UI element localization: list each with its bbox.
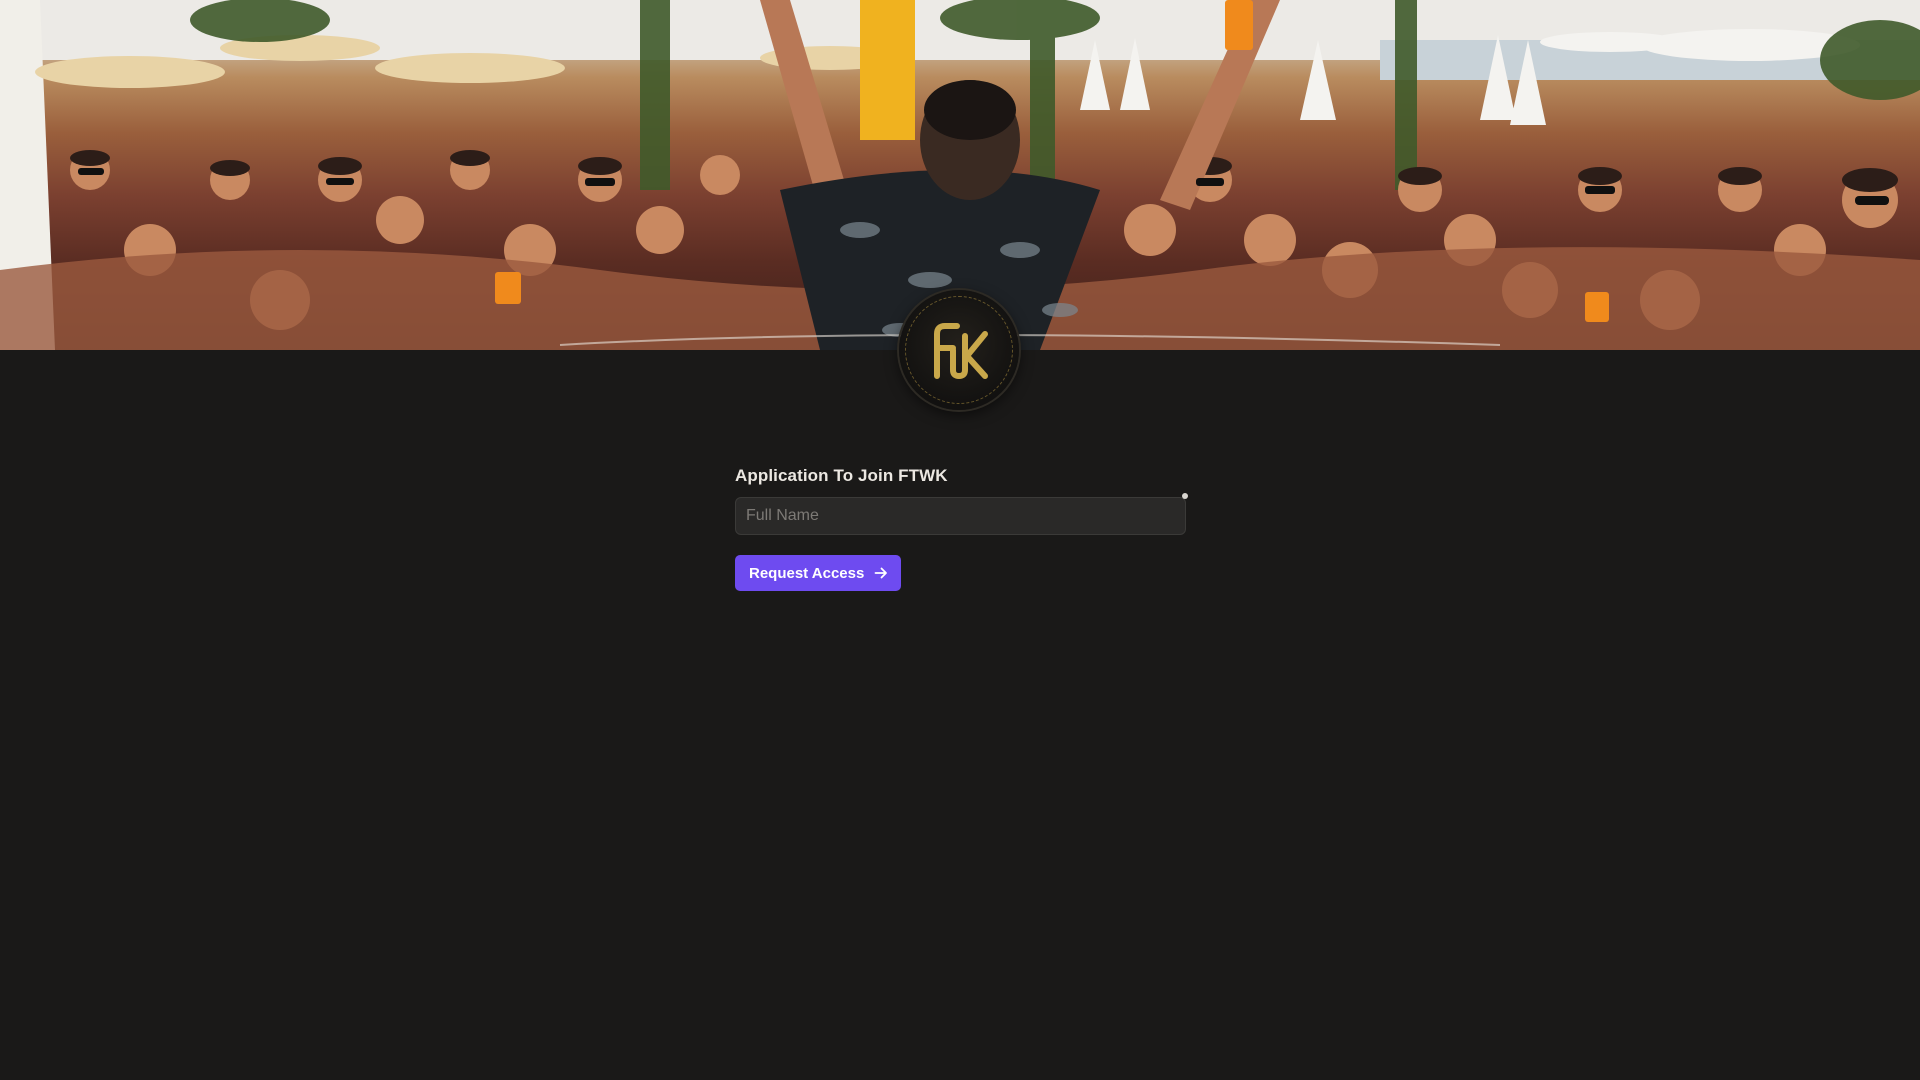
- logo-ring: [905, 296, 1013, 404]
- application-form: Application To Join FTWK Request Access: [735, 463, 1188, 591]
- arrow-right-icon: [874, 567, 888, 579]
- ftwk-logo: [899, 290, 1019, 410]
- full-name-input[interactable]: [735, 497, 1186, 535]
- full-name-field: [735, 493, 1188, 535]
- required-indicator: [1182, 493, 1188, 499]
- request-access-button[interactable]: Request Access: [735, 555, 902, 591]
- form-title: Application To Join FTWK: [735, 466, 948, 485]
- page: Application To Join FTWK Request Access: [0, 0, 1920, 1080]
- request-access-label: Request Access: [749, 564, 865, 582]
